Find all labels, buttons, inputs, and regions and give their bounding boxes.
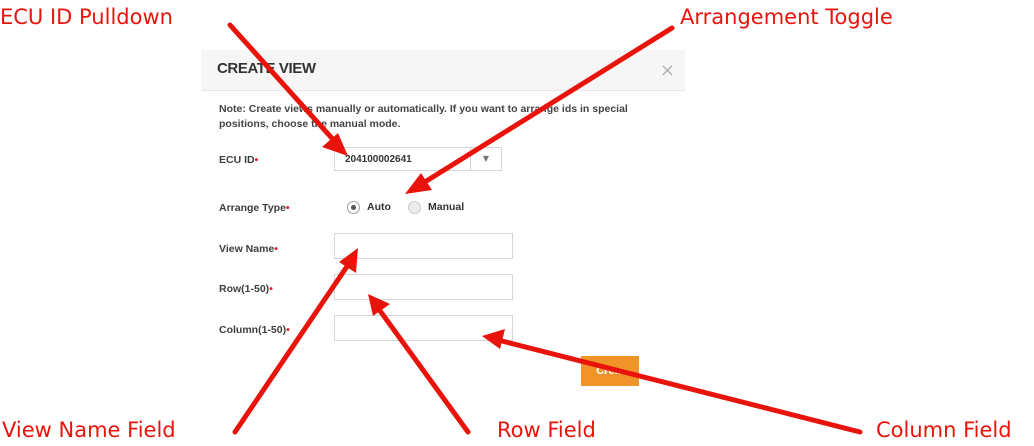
annotation-arrows	[227, 22, 863, 435]
arrow-view-name-head	[339, 248, 358, 273]
arrow-arrangement-head	[405, 173, 432, 194]
arrow-column	[495, 337, 863, 435]
arrow-arrangement	[417, 25, 675, 188]
arrow-ecu-id	[227, 22, 341, 148]
arrow-column-head	[482, 329, 505, 349]
arrow-view-name	[232, 259, 353, 435]
arrow-row	[375, 305, 471, 435]
arrow-ecu-id-head	[322, 133, 348, 156]
